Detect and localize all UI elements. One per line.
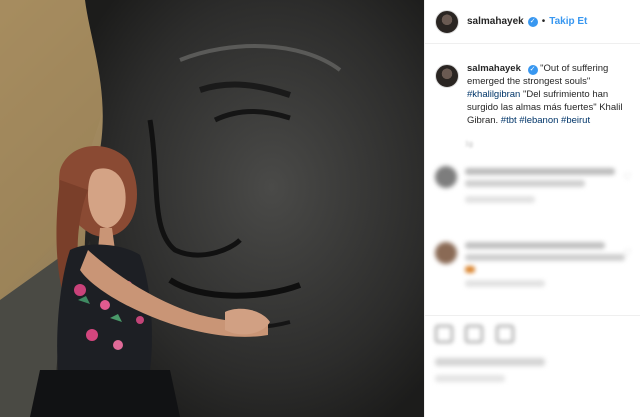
hashtag-beirut[interactable]: #beirut	[561, 115, 590, 126]
hashtag-lebanon[interactable]: #lebanon	[519, 115, 558, 126]
comment-text-blur	[465, 180, 585, 187]
post-header: salmahayek ✓ • Takip Et	[425, 0, 640, 44]
comment-like-icon[interactable]: ♡	[623, 172, 633, 183]
hashtag-tbt[interactable]: #tbt	[501, 115, 517, 126]
caption-timestamp: 1g	[465, 141, 473, 148]
comment-text-blur	[465, 168, 615, 175]
post-actions	[435, 325, 635, 345]
caption-username[interactable]: salmahayek	[467, 63, 521, 74]
author-username[interactable]: salmahayek	[467, 16, 524, 27]
caption-verified-icon: ✓	[527, 65, 538, 75]
header-separator: •	[541, 16, 546, 27]
like-icon[interactable]	[435, 325, 453, 343]
blurred-comment: ♡	[435, 236, 635, 292]
comment-text-blur	[465, 242, 605, 249]
hashtag-khalilgibran[interactable]: #khalilgibran	[467, 89, 520, 100]
photo-illustration	[0, 0, 424, 417]
comment-avatar	[435, 166, 457, 188]
comment-text-blur	[465, 254, 625, 261]
post-date-blur	[435, 375, 505, 382]
caption-avatar[interactable]	[435, 64, 459, 88]
share-icon[interactable]	[495, 325, 514, 343]
comment-meta-blur	[465, 280, 545, 287]
comment-icon[interactable]	[465, 325, 484, 343]
comment-meta-blur	[465, 196, 535, 203]
likes-count-blur[interactable]	[435, 358, 545, 366]
post-sidebar: salmahayek ✓ • Takip Et salmahayek ✓ "Ou…	[424, 0, 640, 417]
post-photo[interactable]	[0, 0, 424, 417]
author-avatar[interactable]	[435, 9, 459, 34]
follow-button[interactable]: Takip Et	[549, 16, 587, 27]
actions-divider	[425, 315, 640, 316]
blurred-comment: ♡	[435, 160, 635, 216]
caption-block: salmahayek ✓ "Out of suffering emerged t…	[435, 62, 635, 127]
comment-avatar	[435, 242, 457, 264]
comment-like-icon[interactable]: ♡	[623, 248, 633, 259]
verified-badge-icon: ✓	[527, 16, 538, 27]
comment-emoji-blur	[465, 266, 475, 273]
caption-text: salmahayek ✓ "Out of suffering emerged t…	[467, 62, 635, 127]
